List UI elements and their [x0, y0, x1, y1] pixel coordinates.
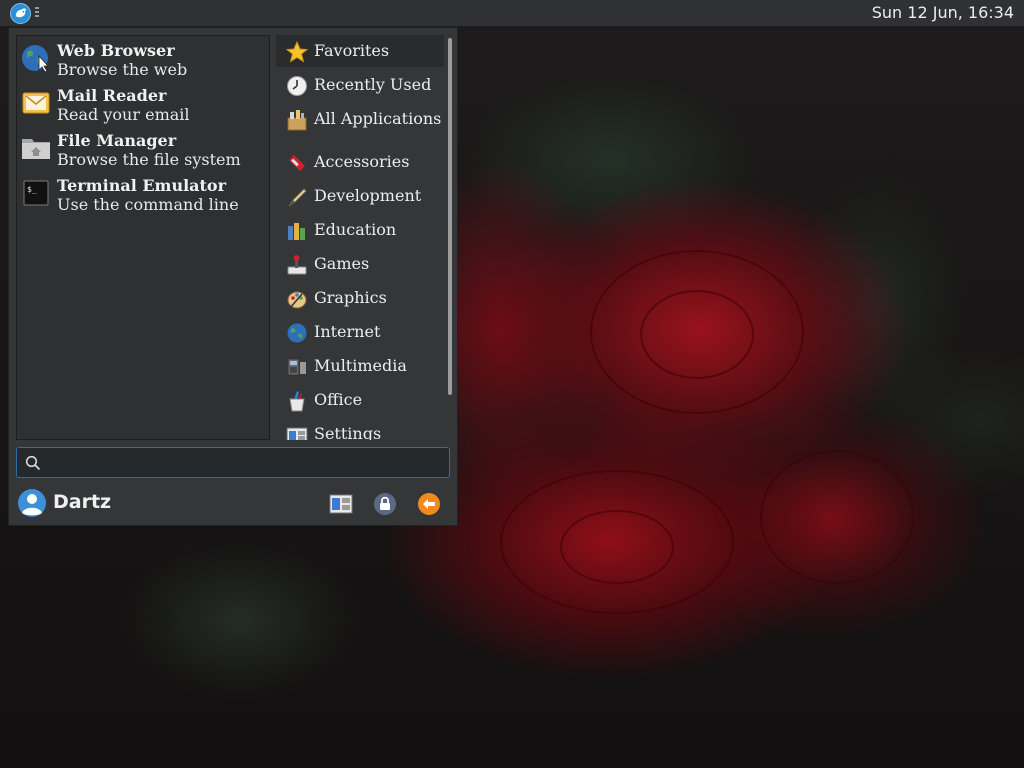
star-icon — [286, 41, 308, 63]
rose-petal-outline — [640, 290, 754, 379]
panel-handle[interactable] — [35, 7, 39, 19]
svg-text:$_: $_ — [27, 185, 37, 194]
category-internet[interactable]: Internet — [276, 316, 444, 348]
category-development[interactable]: Development — [276, 180, 444, 212]
panel-clock[interactable]: Sun 12 Jun, 16:34 — [872, 3, 1014, 23]
category-label: Development — [314, 186, 422, 205]
category-label: All Applications — [314, 109, 442, 128]
launcher-name: File Manager — [57, 131, 177, 150]
launcher-description: Read your email — [57, 105, 190, 124]
rose-petal-outline — [560, 510, 674, 584]
applications-icon — [287, 110, 307, 131]
category-label: Games — [314, 254, 370, 273]
folder-home-icon — [22, 139, 50, 159]
launcher-description: Use the command line — [57, 195, 239, 214]
favorites-list: Web Browser Browse the web Mail Reader R… — [16, 35, 270, 440]
terminal-icon: $_ — [23, 180, 49, 206]
category-multimedia[interactable]: Multimedia — [276, 350, 444, 382]
category-label: Office — [314, 390, 363, 409]
category-label: Favorites — [314, 41, 390, 60]
office-icon — [289, 391, 305, 412]
search-input[interactable] — [49, 450, 448, 477]
log-out-button[interactable] — [417, 492, 441, 516]
internet-icon — [287, 323, 307, 343]
category-label: Recently Used — [314, 75, 432, 94]
username: Dartz — [53, 491, 112, 513]
development-icon — [288, 188, 307, 207]
category-scrollbar[interactable] — [448, 38, 452, 395]
launcher-description: Browse the file system — [57, 150, 241, 169]
multimedia-icon — [287, 358, 306, 376]
category-label: Accessories — [314, 152, 410, 171]
whisker-menu-button[interactable] — [10, 3, 31, 24]
category-label: Education — [314, 220, 397, 239]
launcher-terminal-emulator[interactable]: $_ Terminal Emulator Use the command lin… — [21, 173, 265, 217]
education-icon — [288, 223, 305, 240]
launcher-web-browser[interactable]: Web Browser Browse the web — [21, 38, 265, 82]
user-avatar[interactable] — [17, 488, 47, 518]
launcher-name: Web Browser — [57, 41, 175, 60]
category-graphics[interactable]: Graphics — [276, 282, 444, 314]
category-all-applications[interactable]: All Applications — [276, 103, 444, 135]
graphics-icon — [287, 291, 307, 309]
category-recently-used[interactable]: Recently Used — [276, 69, 444, 101]
top-panel: Sun 12 Jun, 16:34 — [0, 0, 1024, 27]
category-office[interactable]: Office — [276, 384, 444, 416]
category-label: Graphics — [314, 288, 387, 307]
launcher-file-manager[interactable]: File Manager Browse the file system — [21, 128, 265, 172]
whisker-menu: Web Browser Browse the web Mail Reader R… — [8, 27, 458, 526]
category-settings[interactable]: Settings — [276, 418, 444, 440]
category-favorites[interactable]: Favorites — [276, 35, 444, 67]
rose-petal-outline — [760, 450, 914, 584]
category-label: Multimedia — [314, 356, 407, 375]
lock-screen-button[interactable] — [373, 492, 397, 516]
launcher-mail-reader[interactable]: Mail Reader Read your email — [21, 83, 265, 127]
search-box[interactable] — [16, 447, 450, 478]
category-games[interactable]: Games — [276, 248, 444, 280]
settings-manager-button[interactable] — [329, 492, 353, 516]
category-list: Favorites Recently Used All Applications — [276, 35, 454, 440]
category-label: Settings — [314, 424, 382, 440]
category-label: Internet — [314, 322, 381, 341]
globe-icon — [22, 45, 49, 73]
launcher-name: Mail Reader — [57, 86, 167, 105]
games-icon — [287, 255, 307, 275]
category-accessories[interactable]: Accessories — [276, 146, 444, 178]
clock-icon — [287, 76, 307, 96]
whisker-menu-icon — [15, 8, 27, 18]
search-icon — [25, 455, 41, 471]
accessories-icon — [289, 155, 305, 171]
launcher-name: Terminal Emulator — [57, 176, 227, 195]
mail-icon — [22, 92, 50, 114]
category-education[interactable]: Education — [276, 214, 444, 246]
settings-icon — [286, 427, 308, 440]
launcher-description: Browse the web — [57, 60, 188, 79]
